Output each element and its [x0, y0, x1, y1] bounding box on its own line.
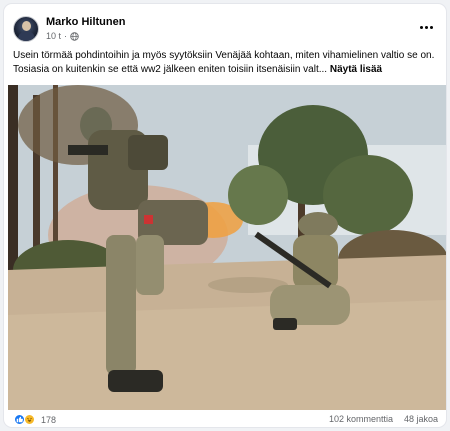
helmet [298, 212, 338, 238]
leg [136, 235, 164, 295]
post-card: Marko Hiltunen 10 t · Usein törmää pohdi… [4, 4, 446, 427]
backpack [128, 135, 168, 170]
post-text: Usein törmää pohdintoihin ja myös syytök… [13, 49, 439, 77]
comments-count[interactable]: 102 kommenttia [329, 414, 393, 424]
post-photo[interactable] [8, 85, 446, 410]
post-text-line-2: Tosiasia on kuitenkin se että ww2 jälkee… [13, 63, 439, 77]
leg [106, 235, 136, 375]
thumbs-up-glyph [16, 416, 23, 423]
rifle [68, 145, 108, 155]
globe-icon[interactable] [70, 31, 79, 41]
see-more-link[interactable]: Näytä lisää [330, 64, 382, 75]
avatar-head [22, 21, 31, 31]
post-text-line-1: Usein törmää pohdintoihin ja myös syytök… [13, 50, 435, 61]
post-meta: 10 t · [46, 31, 79, 41]
ground-foreground [8, 300, 446, 410]
dot-icon [424, 25, 428, 29]
avatar[interactable] [13, 16, 39, 42]
tree-trunk [8, 85, 18, 285]
avatar-body [18, 31, 35, 41]
post-time[interactable]: 10 t [46, 31, 61, 41]
meta-separator: · [64, 31, 68, 41]
post-text-truncated: Tosiasia on kuitenkin se että ww2 jälkee… [13, 64, 328, 75]
shares-count[interactable]: 48 jakoa [404, 414, 438, 424]
dot-icon [429, 25, 433, 29]
laughing-face-glyph [27, 418, 32, 422]
post-footer: 178 102 kommenttia 48 jakoa [4, 411, 446, 427]
photo-scene [8, 85, 446, 410]
pine-foliage [228, 165, 288, 225]
medical-patch [144, 215, 153, 224]
post-header: Marko Hiltunen 10 t · [4, 4, 446, 48]
reactions-summary[interactable]: 178 [14, 414, 56, 425]
reaction-count: 178 [41, 414, 57, 425]
boot [273, 318, 297, 330]
dot-icon [419, 25, 423, 29]
boot [108, 370, 163, 392]
author-name[interactable]: Marko Hiltunen [46, 16, 125, 28]
haha-icon [24, 414, 35, 425]
more-options-button[interactable] [416, 20, 436, 34]
